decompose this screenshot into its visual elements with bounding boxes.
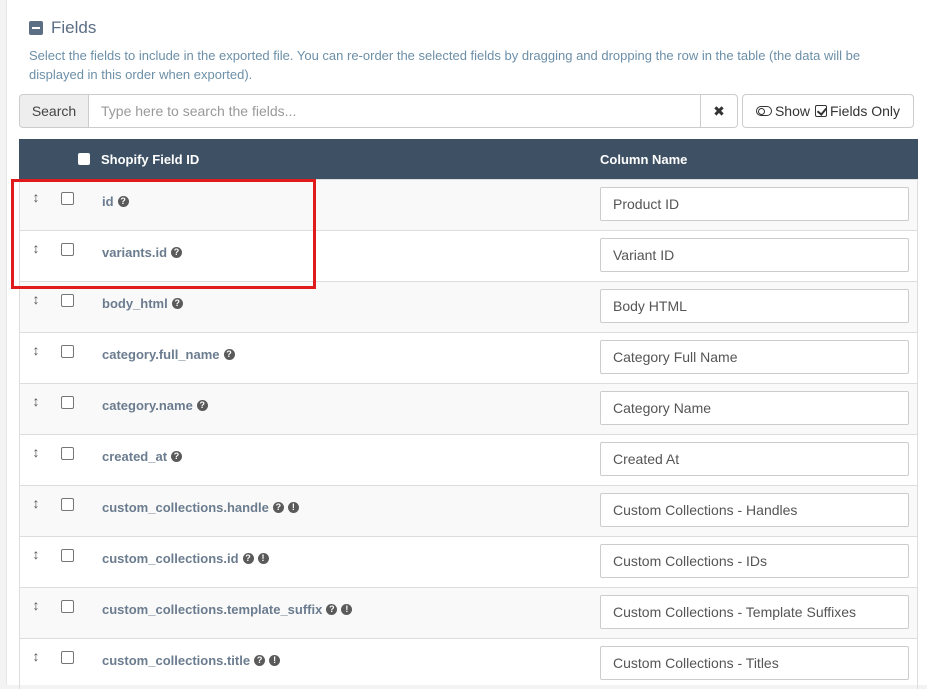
- field-id-text: variants.id: [102, 245, 168, 260]
- field-id-cell: custom_collections.template_suffix?!: [102, 602, 353, 617]
- drag-handle-icon[interactable]: ↕: [30, 393, 42, 409]
- table-row[interactable]: ↕ custom_collections.handle?!: [20, 485, 917, 536]
- table-row[interactable]: ↕ id?: [20, 179, 917, 230]
- table-row[interactable]: ↕ custom_collections.id?!: [20, 536, 917, 587]
- table-header: Shopify Field ID Column Name: [19, 139, 918, 179]
- field-id-text: created_at: [102, 449, 168, 464]
- search-label: Search: [19, 94, 89, 128]
- toggle-show-label: Show: [774, 103, 810, 119]
- field-id-cell: created_at?: [102, 449, 183, 464]
- exclamation-circle-icon[interactable]: !: [257, 553, 269, 564]
- drag-handle-icon[interactable]: ↕: [30, 189, 42, 205]
- table-row[interactable]: ↕ custom_collections.title?!: [20, 638, 917, 689]
- column-name-input[interactable]: [600, 493, 909, 527]
- table-body: ↕ id? ↕ variants.id? ↕ body_html? ↕ category.fu…: [19, 179, 918, 689]
- check-square-icon: [815, 105, 827, 117]
- row-checkbox[interactable]: [61, 447, 74, 460]
- times-icon: ✖: [713, 102, 725, 119]
- column-name-input[interactable]: [600, 544, 909, 578]
- row-checkbox[interactable]: [61, 600, 74, 613]
- exclamation-circle-icon[interactable]: !: [269, 655, 281, 666]
- exclamation-circle-icon[interactable]: !: [287, 502, 299, 513]
- drag-handle-icon[interactable]: ↕: [30, 342, 42, 358]
- field-id-cell: body_html?: [102, 296, 183, 311]
- row-checkbox[interactable]: [61, 243, 74, 256]
- row-checkbox[interactable]: [61, 498, 74, 511]
- drag-handle-icon[interactable]: ↕: [30, 444, 42, 460]
- section-description: Select the fields to include in the expo…: [29, 48, 861, 82]
- drag-handle-icon[interactable]: ↕: [30, 240, 42, 256]
- table-row[interactable]: ↕ variants.id?: [20, 230, 917, 281]
- question-circle-icon[interactable]: ?: [117, 196, 129, 207]
- question-circle-icon[interactable]: ?: [254, 655, 266, 666]
- column-name-input[interactable]: [600, 289, 909, 323]
- column-name-input[interactable]: [600, 595, 909, 629]
- row-checkbox[interactable]: [61, 396, 74, 409]
- field-id-text: category.name: [102, 398, 193, 413]
- table-row[interactable]: ↕ category.full_name?: [20, 332, 917, 383]
- column-name-input[interactable]: [600, 646, 909, 680]
- field-id-text: id: [102, 194, 114, 209]
- field-id-cell: variants.id?: [102, 245, 183, 260]
- field-id-text: body_html: [102, 296, 168, 311]
- question-circle-icon[interactable]: ?: [242, 553, 254, 564]
- search-input[interactable]: [89, 94, 701, 128]
- table-row[interactable]: ↕ body_html?: [20, 281, 917, 332]
- field-id-text: custom_collections.id: [102, 551, 239, 566]
- section-header[interactable]: Fields: [29, 16, 96, 40]
- toggle-off-icon: [755, 106, 772, 116]
- table-row[interactable]: ↕ category.name?: [20, 383, 917, 434]
- field-id-text: custom_collections.title: [102, 653, 251, 668]
- show-fields-only-toggle[interactable]: Show Fields Only: [742, 94, 914, 128]
- collapse-minus-icon[interactable]: [29, 21, 43, 35]
- section-title: Fields: [51, 18, 97, 37]
- field-id-text: custom_collections.handle: [102, 500, 269, 515]
- clear-search-button[interactable]: ✖: [701, 94, 738, 128]
- column-name-input[interactable]: [600, 187, 909, 221]
- field-id-text: category.full_name: [102, 347, 220, 362]
- question-circle-icon[interactable]: ?: [196, 400, 208, 411]
- drag-handle-icon[interactable]: ↕: [30, 495, 42, 511]
- table-row[interactable]: ↕ created_at?: [20, 434, 917, 485]
- question-circle-icon[interactable]: ?: [171, 298, 183, 309]
- field-id-text: custom_collections.template_suffix: [102, 602, 323, 617]
- row-checkbox[interactable]: [61, 345, 74, 358]
- table-row[interactable]: ↕ custom_collections.template_suffix?!: [20, 587, 917, 638]
- field-id-cell: custom_collections.title?!: [102, 653, 281, 668]
- row-checkbox[interactable]: [61, 651, 74, 664]
- search-bar: Search ✖ Show Fields Only: [19, 94, 914, 128]
- toggle-fields-only-label: Fields Only: [830, 103, 901, 119]
- field-id-cell: id?: [102, 194, 129, 209]
- column-name-input[interactable]: [600, 391, 909, 425]
- field-id-cell: category.full_name?: [102, 347, 235, 362]
- question-circle-icon[interactable]: ?: [171, 451, 183, 462]
- question-circle-icon[interactable]: ?: [272, 502, 284, 513]
- header-column-name: Column Name: [600, 151, 688, 167]
- drag-handle-icon[interactable]: ↕: [30, 546, 42, 562]
- column-name-input[interactable]: [600, 340, 909, 374]
- row-checkbox[interactable]: [61, 549, 74, 562]
- question-circle-icon[interactable]: ?: [171, 247, 183, 258]
- exclamation-circle-icon[interactable]: !: [341, 604, 353, 615]
- row-checkbox[interactable]: [61, 294, 74, 307]
- column-name-input[interactable]: [600, 238, 909, 272]
- field-id-cell: category.name?: [102, 398, 208, 413]
- select-all-checkbox[interactable]: [78, 153, 90, 165]
- header-field-id: Shopify Field ID: [101, 151, 200, 167]
- question-circle-icon[interactable]: ?: [223, 349, 235, 360]
- fields-table: Shopify Field ID Column Name ↕ id? ↕ varian…: [19, 139, 918, 689]
- field-id-cell: custom_collections.handle?!: [102, 500, 299, 515]
- drag-handle-icon[interactable]: ↕: [30, 597, 42, 613]
- row-checkbox[interactable]: [61, 192, 74, 205]
- column-name-input[interactable]: [600, 442, 909, 476]
- drag-handle-icon[interactable]: ↕: [30, 648, 42, 664]
- question-circle-icon[interactable]: ?: [326, 604, 338, 615]
- drag-handle-icon[interactable]: ↕: [30, 291, 42, 307]
- field-id-cell: custom_collections.id?!: [102, 551, 269, 566]
